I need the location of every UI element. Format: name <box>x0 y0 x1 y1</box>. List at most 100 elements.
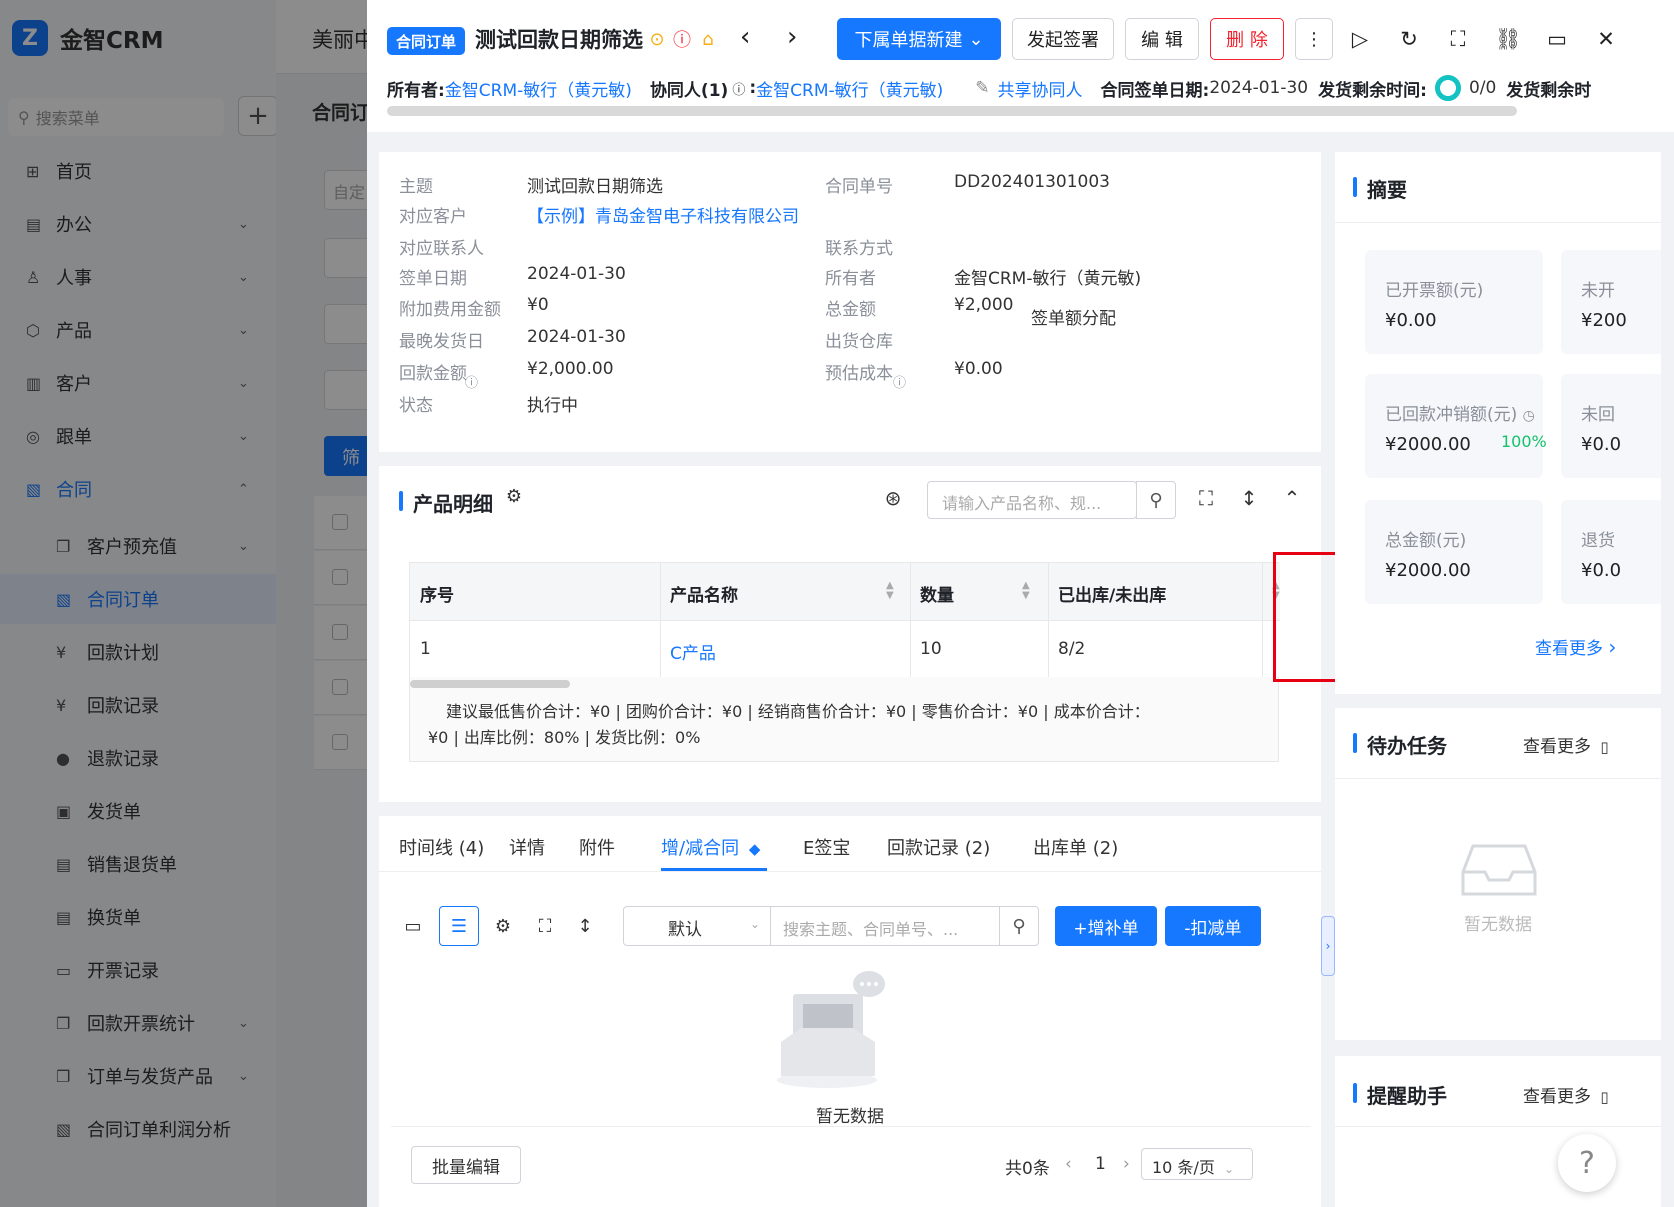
tag-icon[interactable]: ⌂ <box>697 28 719 50</box>
help-icon[interactable]: ? <box>1558 1134 1616 1192</box>
stat-total: 总金额(元) ¥2000.00 <box>1365 500 1543 604</box>
batch-edit-button[interactable]: 批量编辑 <box>411 1146 521 1184</box>
list-view-icon[interactable]: ☰ <box>439 906 479 946</box>
column-divider <box>910 563 911 677</box>
start-sign-button[interactable]: 发起签署 <box>1012 18 1114 60</box>
search-icon[interactable]: ⚲ <box>999 906 1039 946</box>
current-page[interactable]: 1 <box>1095 1154 1106 1174</box>
export-icon[interactable]: ⊛ <box>880 486 906 510</box>
link-icon[interactable]: ⛓ <box>1493 24 1523 54</box>
reminder-card: 提醒助手 查看更多 ▯ <box>1335 1056 1661 1207</box>
todo-card: 待办任务 查看更多 ▯ 暂无数据 <box>1335 708 1661 1040</box>
product-link[interactable]: C产品 <box>670 639 716 664</box>
sub-doc-new-button[interactable]: 下属单据新建 ⌄ <box>837 18 1001 60</box>
page-size-select[interactable]: 10 条/页 ⌄ <box>1141 1148 1253 1180</box>
fullscreen-icon[interactable]: ⛶ <box>1443 24 1473 54</box>
play-circle-icon[interactable]: ⊙ <box>646 28 668 50</box>
view-more-link[interactable]: 查看更多 ▯ <box>1523 1082 1609 1107</box>
owner-link[interactable]: 金智CRM-敏行（黄元敏) <box>445 76 632 101</box>
window-icon[interactable]: ▭ <box>1542 24 1572 54</box>
divider <box>1335 222 1661 223</box>
stat-invoiced: 已开票额(元) ¥0.00 <box>1365 250 1543 354</box>
tab-esign[interactable]: E签宝 <box>803 834 850 860</box>
next-page-icon[interactable]: › <box>1123 1154 1130 1174</box>
side-panel-toggle[interactable]: › <box>1321 916 1335 976</box>
field-label: 总金额 <box>825 300 876 320</box>
empty-data-illustration <box>777 971 885 1088</box>
field-label: 对应客户 <box>399 207 467 227</box>
share-collaborator-link[interactable]: 共享协同人 <box>998 76 1083 101</box>
prev-record-icon[interactable]: ‹ <box>740 22 750 52</box>
header-scrollbar[interactable] <box>387 106 1517 116</box>
product-detail-card: 产品明细 ⚙ ⊛ 请输入产品名称、规... ⚲ ⛶ ↕ ⌃ 序号 产品名称 ▲ ▼… <box>379 466 1321 802</box>
help-icon[interactable]: ⓘ <box>732 79 745 98</box>
collaborator-link[interactable]: 金智CRM-敏行（黄元敏) <box>756 76 943 101</box>
diamond-icon: ◆ <box>748 840 761 858</box>
sort-icon[interactable]: ▲ ▼ <box>886 581 894 601</box>
sort-icon[interactable]: ▲ ▼ <box>1022 581 1030 601</box>
field-value: ¥0.00 <box>954 359 1003 379</box>
amount-allocation-link[interactable]: 签单额分配 <box>1031 304 1116 329</box>
column-header[interactable]: 数量 <box>920 581 954 606</box>
field-value: 执行中 <box>527 396 578 416</box>
help-icon[interactable]: ⓘ <box>465 372 478 391</box>
tab-outbound[interactable]: 出库单 (2) <box>1033 834 1118 860</box>
section-title: 摘要 <box>1353 174 1407 203</box>
divider <box>1335 778 1661 779</box>
view-more-link[interactable]: 查看更多 ▯ <box>1523 732 1609 757</box>
field-label: 最晚发货日 <box>399 332 484 352</box>
drawer-header: 合同订单 测试回款日期筛选 ⊙ ⓘ ⌂ ‹ › 下属单据新建 ⌄ 发起签署 编 … <box>367 0 1674 132</box>
view-select[interactable]: 默认 ⌄ <box>623 906 771 946</box>
delete-button[interactable]: 删 除 <box>1210 18 1284 60</box>
alert-circle-icon[interactable]: ⓘ <box>671 28 693 51</box>
record-meta-row: 所有者: 金智CRM-敏行（黄元敏) 协同人(1) ⓘ: 金智CRM-敏行（黄元… <box>387 74 1667 102</box>
table-scrollbar[interactable] <box>410 680 570 688</box>
row-height-icon[interactable]: ↕ <box>565 906 605 946</box>
stat-uncollected: 未回 ¥0.0 <box>1561 374 1661 478</box>
column-divider <box>1048 563 1049 677</box>
settings-icon[interactable]: ⚙ <box>483 906 523 946</box>
add-supplement-button[interactable]: +增补单 <box>1055 906 1157 946</box>
tab-details[interactable]: 详情 <box>509 834 545 860</box>
more-actions-button[interactable]: ⋮ <box>1295 18 1333 60</box>
record-title: 测试回款日期筛选 <box>475 28 643 52</box>
product-search-input[interactable]: 请输入产品名称、规... <box>927 481 1137 519</box>
search-icon[interactable]: ⚲ <box>1136 481 1176 519</box>
field-label: 对应联系人 <box>399 239 484 259</box>
fullscreen-icon[interactable]: ⛶ <box>525 906 565 946</box>
presentation-icon[interactable]: ▭ <box>393 906 433 946</box>
book-icon: ▯ <box>1600 1088 1609 1106</box>
edit-icon[interactable]: ✎ <box>975 78 989 98</box>
chevron-down-icon: ⌄ <box>968 28 984 50</box>
summary-card: 摘要 已开票额(元) ¥0.00 未开 ¥200 已回款冲销额(元) ◷ ¥20… <box>1335 152 1661 694</box>
settings-icon[interactable]: ⚙ <box>501 486 527 507</box>
table-row[interactable]: 1 C产品 10 8/2 <box>410 621 1280 677</box>
next-record-icon[interactable]: › <box>787 22 797 52</box>
column-header[interactable]: 产品名称 <box>670 581 738 606</box>
tab-add-reduce-contract[interactable]: 增/减合同 ◆ <box>661 834 760 860</box>
deduct-button[interactable]: -扣减单 <box>1165 906 1261 946</box>
customer-link[interactable]: 【示例】青岛金智电子科技有限公司 <box>527 202 799 227</box>
stat-returned: 退货 ¥0.0 <box>1561 500 1661 604</box>
fullscreen-icon[interactable]: ⛶ <box>1193 486 1219 510</box>
edit-button[interactable]: 编 辑 <box>1125 18 1199 60</box>
collapse-up-icon[interactable]: ⌃ <box>1279 486 1305 510</box>
row-height-icon[interactable]: ↕ <box>1236 486 1262 510</box>
refresh-icon[interactable]: ↻ <box>1394 24 1424 54</box>
close-icon[interactable]: ✕ <box>1591 24 1621 54</box>
progress-ring-icon <box>1434 75 1461 101</box>
play-icon[interactable]: ▷ <box>1345 24 1375 54</box>
help-icon[interactable]: ⓘ <box>893 372 906 391</box>
field-value: ¥2,000 <box>954 295 1014 315</box>
prev-page-icon[interactable]: ‹ <box>1065 1154 1072 1174</box>
field-value: 2024-01-30 <box>527 327 626 347</box>
basic-info-card: 主题 测试回款日期筛选 对应客户 【示例】青岛金智电子科技有限公司 对应联系人 签单日期 2… <box>379 152 1321 452</box>
tab-attachments[interactable]: 附件 <box>579 834 615 860</box>
tab-bar: 时间线 (4) 详情 附件 增/减合同 ◆ E签宝 回款记录 (2) 出库单 (… <box>379 816 1321 872</box>
field-label: 合同单号 <box>825 177 893 197</box>
divider <box>1335 1126 1661 1127</box>
tab-timeline[interactable]: 时间线 (4) <box>399 834 484 860</box>
tab-payment-records[interactable]: 回款记录 (2) <box>887 834 990 860</box>
contract-search-input[interactable]: 搜索主题、合同单号、... <box>770 906 1000 946</box>
view-more-link[interactable]: 查看更多 › <box>1535 634 1616 659</box>
